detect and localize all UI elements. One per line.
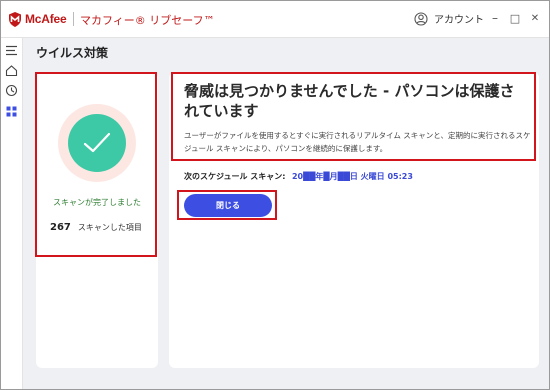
account-icon: [414, 11, 428, 26]
close-button[interactable]: 閉じる: [184, 194, 272, 217]
brand-name: McAfee: [25, 12, 67, 26]
maximize-button[interactable]: □: [507, 10, 523, 26]
account-button[interactable]: アカウント: [414, 11, 484, 26]
checkmark-icon: [83, 132, 111, 153]
scanned-count-label: スキャンした項目: [77, 223, 142, 232]
page-title: ウイルス対策: [36, 46, 109, 60]
check-badge: [58, 104, 136, 182]
app-window: McAfee マカフィー® リブセーフ™ アカウント – □ ✕ ウイルス対策 …: [0, 0, 550, 390]
title-bar: McAfee マカフィー® リブセーフ™ アカウント – □ ✕: [1, 1, 549, 38]
scan-result-card: 脅威は見つかりませんでした - パソコンは保護されています ユーザーがファイルを…: [169, 72, 539, 368]
scanned-count: 267: [50, 222, 71, 233]
close-window-button[interactable]: ✕: [527, 10, 543, 26]
next-scan-datetime: 20██年█月██日 火曜日 05:23: [291, 172, 413, 181]
check-circle: [68, 114, 126, 172]
account-label: アカウント: [434, 15, 484, 26]
next-scan-label: 次のスケジュール スキャン:: [184, 172, 286, 181]
scan-summary-card: スキャンが完了しました 267 スキャンした項目: [36, 72, 158, 368]
sidebar: [1, 38, 23, 389]
privacy-icon[interactable]: [5, 84, 18, 97]
scanned-count-row: 267 スキャンした項目: [50, 222, 142, 233]
apps-grid-icon[interactable]: [5, 105, 18, 118]
app-name: マカフィー® リブセーフ™: [80, 14, 215, 27]
minimize-button[interactable]: –: [487, 10, 503, 26]
result-headline: 脅威は見つかりませんでした - パソコンは保護されています: [184, 82, 515, 120]
mcafee-logo: McAfee: [8, 11, 67, 27]
home-icon[interactable]: [5, 64, 18, 77]
menu-icon[interactable]: [5, 44, 18, 57]
title-separator: [73, 12, 74, 26]
scan-complete-text: スキャンが完了しました: [53, 198, 141, 207]
next-scheduled-scan: 次のスケジュール スキャン: 20██年█月██日 火曜日 05:23: [184, 171, 413, 182]
result-description: ユーザーがファイルを使用するとすぐに実行されるリアルタイム スキャンと、定期的に…: [184, 131, 531, 153]
mcafee-shield-icon: [9, 11, 21, 27]
